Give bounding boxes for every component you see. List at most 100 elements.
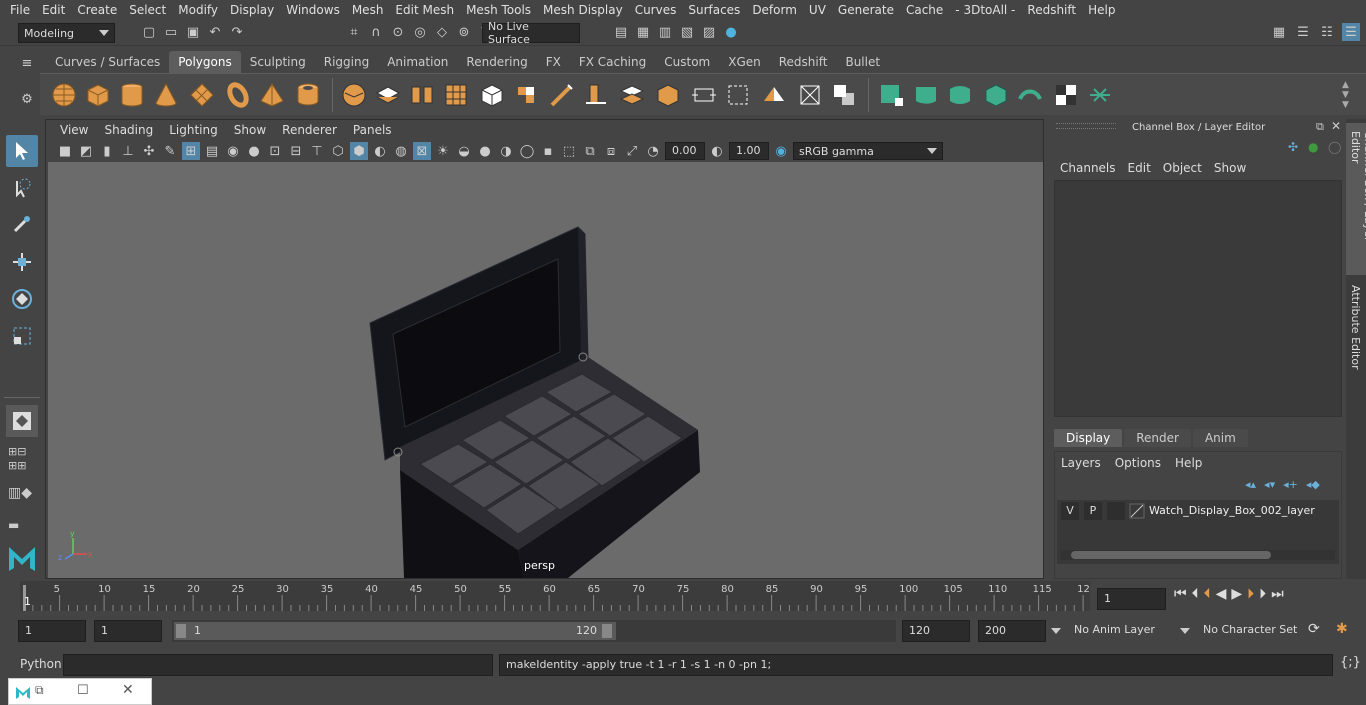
layer-playback-toggle[interactable]: P (1084, 502, 1102, 520)
menu-deform[interactable]: Deform (746, 3, 803, 17)
boolean-icon[interactable] (830, 81, 858, 109)
target-weld-icon[interactable] (654, 81, 682, 109)
start-time-field[interactable]: 1 (18, 620, 86, 642)
layer-tab-anim[interactable]: Anim (1192, 429, 1248, 447)
side-tab-channel-box[interactable]: Channel Box / Layer Editor (1346, 123, 1366, 275)
xray-icon[interactable]: ⊠ (413, 142, 431, 160)
shelf-tab-rigging[interactable]: Rigging (315, 51, 378, 73)
poly-cone-icon[interactable] (152, 81, 180, 109)
scale-tool-icon[interactable] (6, 320, 38, 352)
center-pivot-icon[interactable] (796, 81, 824, 109)
grid-icon[interactable]: ⊞ (182, 142, 200, 160)
panel-menu-renderer[interactable]: Renderer (274, 123, 345, 137)
keyable-indicator-icon[interactable]: ◯ (1328, 140, 1341, 154)
layer-scrollbar[interactable] (1061, 550, 1335, 560)
layout-graph-icon[interactable]: ▬ (8, 518, 19, 532)
end-time-field[interactable]: 120 (902, 620, 970, 642)
shelf-tab-animation[interactable]: Animation (378, 51, 457, 73)
panel-menu-lighting[interactable]: Lighting (161, 123, 226, 137)
layer-tab-render[interactable]: Render (1124, 429, 1191, 447)
fill-hole-icon[interactable] (690, 81, 718, 109)
step-forward-icon[interactable]: ⏵ (1259, 586, 1266, 602)
uv-cut-sew-icon[interactable] (1086, 81, 1114, 109)
menu-surfaces[interactable]: Surfaces (682, 3, 746, 17)
exposure-field[interactable]: 0.00 (665, 142, 705, 160)
menu-mesh[interactable]: Mesh (346, 3, 390, 17)
character-set-dropdown[interactable]: No Character Set (1197, 620, 1301, 642)
resolution-gate-icon[interactable]: ◉ (224, 142, 242, 160)
xray-active-icon[interactable]: ⧈ (602, 142, 620, 160)
shelf-scroll-icon[interactable]: ▲ ▼ ▼ (1342, 80, 1349, 110)
step-back-key-icon[interactable]: ⏴ (1204, 586, 1211, 602)
layer-menu-options[interactable]: Options (1115, 456, 1169, 470)
live-surface-field[interactable]: No Live Surface (482, 20, 580, 46)
move-tool-icon[interactable] (6, 246, 38, 278)
smooth-shade-icon[interactable]: ⬢ (350, 142, 368, 160)
xray-joints-icon[interactable]: ⧉ (581, 142, 599, 160)
shelf-tab-redshift[interactable]: Redshift (770, 51, 837, 73)
frame-all-icon[interactable]: ⤢ (623, 142, 641, 160)
menu-modify[interactable]: Modify (172, 3, 224, 17)
attribute-editor-toggle-icon[interactable]: ☰ (1294, 23, 1312, 41)
open-scene-icon[interactable]: ▭ (162, 23, 180, 41)
bridge-icon[interactable] (512, 81, 540, 109)
shelf-menu-icon[interactable]: ≡ (18, 54, 36, 72)
layer-menu-help[interactable]: Help (1175, 456, 1210, 470)
uv-planar-icon[interactable] (878, 81, 906, 109)
current-frame-field[interactable]: 1 (1097, 588, 1166, 610)
camera-attr-icon[interactable]: ◩ (77, 142, 95, 160)
uv-unfold-icon[interactable] (1016, 81, 1044, 109)
layer-tab-display[interactable]: Display (1054, 429, 1123, 447)
safe-title-icon[interactable]: ⊤ (308, 142, 326, 160)
poly-pyramid-icon[interactable] (258, 81, 286, 109)
bookmark-icon[interactable]: ▮ (98, 142, 116, 160)
anim-layer-dropdown[interactable]: No Anim Layer (1068, 620, 1176, 642)
lighting-icon[interactable]: ☀ (434, 142, 452, 160)
snap-point-icon[interactable]: ⊙ (389, 23, 407, 41)
snap-curve-icon[interactable]: ∩ (367, 23, 385, 41)
render-frame-icon[interactable]: ▦ (634, 23, 652, 41)
shelf-tab-bullet[interactable]: Bullet (836, 51, 889, 73)
chevron-down-icon[interactable] (1180, 628, 1190, 634)
poly-plane-icon[interactable] (188, 81, 216, 109)
new-scene-icon[interactable]: ▢ (140, 23, 158, 41)
snap-surface-icon[interactable]: ◇ (433, 23, 451, 41)
tool-settings-toggle-icon[interactable]: ☷ (1318, 23, 1336, 41)
anim-start-field[interactable]: 1 (94, 620, 162, 642)
uv-checker-icon[interactable] (1052, 81, 1080, 109)
lock-indicator-icon[interactable]: ● (1308, 140, 1318, 154)
script-editor-icon[interactable]: {;} (1340, 655, 1361, 670)
move-layer-up-icon[interactable]: ◂▴ (1245, 478, 1256, 491)
separate-icon[interactable] (374, 81, 402, 109)
snap-grid-icon[interactable]: ⌗ (345, 23, 363, 41)
shelf-tab-fx[interactable]: FX (537, 51, 570, 73)
camera-icon[interactable]: ■ (56, 142, 74, 160)
image-plane-icon[interactable]: ⊥ (119, 142, 137, 160)
new-layer-selected-icon[interactable]: ◂◆ (1306, 478, 1320, 491)
redshift-render-icon[interactable]: ● (722, 23, 740, 41)
shelf-tab-polygons[interactable]: Polygons (169, 51, 241, 73)
uv-spherical-icon[interactable] (946, 81, 974, 109)
channel-menu-object[interactable]: Object (1157, 161, 1208, 175)
channel-menu-show[interactable]: Show (1208, 161, 1252, 175)
go-to-end-icon[interactable]: ⏭ (1271, 586, 1284, 602)
layer-visibility-toggle[interactable]: V (1061, 502, 1079, 520)
panel-menu-panels[interactable]: Panels (345, 123, 400, 137)
menu-windows[interactable]: Windows (280, 3, 346, 17)
anim-preferences-icon[interactable]: ✱ (1336, 621, 1348, 637)
hypershade-icon[interactable]: ▨ (700, 23, 718, 41)
redo-icon[interactable]: ↷ (228, 23, 246, 41)
panel-menu-view[interactable]: View (52, 123, 96, 137)
menu-display[interactable]: Display (224, 3, 280, 17)
wireframe-on-shaded-icon[interactable]: ◐ (371, 142, 389, 160)
shelf-tab-fx-caching[interactable]: FX Caching (570, 51, 655, 73)
workspace-dropdown[interactable]: Modeling (18, 23, 115, 43)
anti-alias-icon[interactable]: ◯ (518, 142, 536, 160)
layer-name[interactable]: Watch_Display_Box_002_layer (1149, 504, 1315, 517)
wireframe-icon[interactable]: ⬡ (329, 142, 347, 160)
layer-color-icon[interactable] (1129, 503, 1145, 519)
menu-edit-mesh[interactable]: Edit Mesh (389, 3, 460, 17)
grease-pencil-icon[interactable]: ✎ (161, 142, 179, 160)
gate-mask-icon[interactable]: ● (245, 142, 263, 160)
channel-box-toggle-icon[interactable]: ☰ (1342, 23, 1360, 41)
